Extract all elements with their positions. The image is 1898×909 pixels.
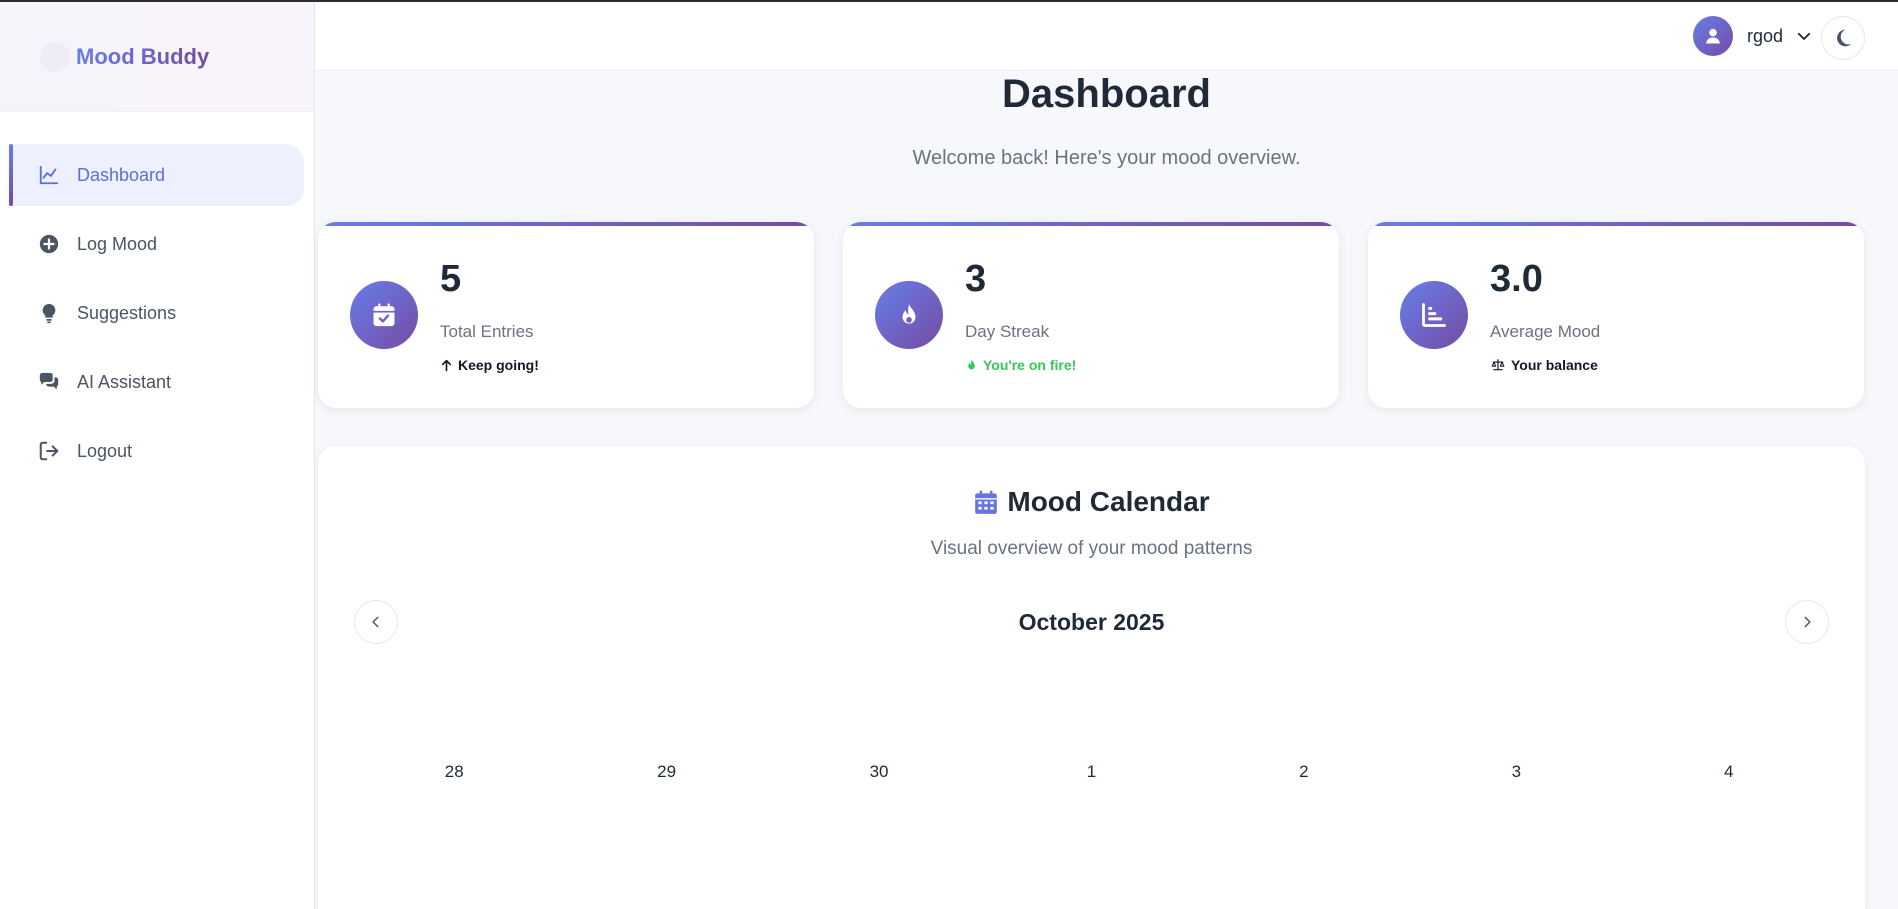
stat-card-total-entries: 5 Total Entries Keep going! (318, 222, 814, 408)
chart-bar-icon (1400, 281, 1468, 349)
calendar-day[interactable]: 3 (1410, 762, 1622, 782)
stat-note: Your balance (1490, 357, 1598, 373)
calendar-check-icon (350, 281, 418, 349)
lightbulb-icon (37, 301, 61, 325)
sidebar-item-label: Suggestions (77, 302, 177, 323)
stat-card-day-streak: 3 Day Streak You're on fire! (843, 222, 1339, 408)
fire-icon (875, 281, 943, 349)
fire-icon (968, 359, 975, 370)
stat-note: Keep going! (440, 357, 539, 373)
page-title: Dashboard (1002, 72, 1211, 116)
calendar-day[interactable]: 4 (1623, 762, 1835, 782)
sidebar-item-label: Log Mood (77, 233, 158, 254)
comments-icon (37, 370, 61, 394)
plus-circle-icon (37, 232, 61, 256)
user-menu[interactable]: rgod (1692, 16, 1813, 56)
calendar-days-row: 28 29 30 1 2 3 4 (348, 762, 1835, 782)
stat-label: Day Streak (965, 322, 1050, 341)
stat-note: You're on fire! (965, 357, 1076, 373)
chart-line-icon (37, 163, 61, 187)
moon-icon (1837, 29, 1852, 47)
theme-toggle-button[interactable] (1821, 16, 1865, 60)
stat-label: Average Mood (1490, 322, 1601, 341)
calendar-icon (975, 490, 998, 514)
sidebar: Mood Buddy Dashboard Log Mood Suggestion… (0, 2, 315, 909)
page-subtitle: Welcome back! Here's your mood overview. (912, 147, 1301, 169)
calendar-month: October 2025 (1018, 609, 1165, 635)
chevron-right-icon (1804, 616, 1811, 628)
calendar-day[interactable]: 29 (560, 762, 772, 782)
sidebar-item-suggestions[interactable]: Suggestions (9, 282, 304, 344)
stat-card-average-mood: 3.0 Average Mood Your balance (1368, 222, 1864, 408)
calendar-day[interactable]: 30 (773, 762, 985, 782)
sidebar-item-logout[interactable]: Logout (9, 420, 304, 482)
sidebar-nav: Dashboard Log Mood Suggestions AI Assist… (0, 112, 314, 482)
sidebar-item-ai-assistant[interactable]: AI Assistant (9, 351, 304, 413)
stat-value: 3.0 (1490, 258, 1543, 300)
balance-scale-icon (1491, 359, 1505, 371)
topbar: rgod (315, 2, 1898, 71)
mood-calendar: Mood Calendar Visual overview of your mo… (318, 446, 1865, 909)
sidebar-item-log-mood[interactable]: Log Mood (9, 213, 304, 275)
logout-icon (37, 439, 61, 463)
stat-note-text: Keep going! (458, 357, 539, 373)
chevron-down-icon (1797, 32, 1811, 40)
brand-logo-icon (40, 41, 70, 72)
stat-value: 5 (440, 258, 462, 300)
calendar-title: Mood Calendar (318, 486, 1865, 518)
brand-name: Mood Buddy (76, 43, 210, 69)
stat-label: Total Entries (440, 322, 534, 341)
calendar-subtitle: Visual overview of your mood patterns (930, 538, 1253, 559)
calendar-title-text: Mood Calendar (1007, 486, 1210, 517)
user-icon (1706, 28, 1720, 44)
calendar-day[interactable]: 2 (1198, 762, 1410, 782)
calendar-day[interactable]: 28 (348, 762, 560, 782)
sidebar-item-label: AI Assistant (77, 371, 172, 392)
stat-note-text: You're on fire! (983, 357, 1077, 373)
stat-note-text: Your balance (1511, 357, 1598, 373)
sidebar-item-label: Dashboard (77, 164, 166, 185)
calendar-next-button[interactable] (1785, 600, 1829, 644)
stat-value: 3 (965, 258, 987, 300)
sidebar-item-label: Logout (77, 440, 133, 461)
sidebar-item-dashboard[interactable]: Dashboard (9, 144, 304, 206)
arrow-up-icon (441, 359, 452, 371)
username: rgod (1746, 25, 1783, 46)
avatar (1692, 16, 1733, 56)
brand[interactable]: Mood Buddy (0, 2, 314, 112)
calendar-day[interactable]: 1 (985, 762, 1197, 782)
